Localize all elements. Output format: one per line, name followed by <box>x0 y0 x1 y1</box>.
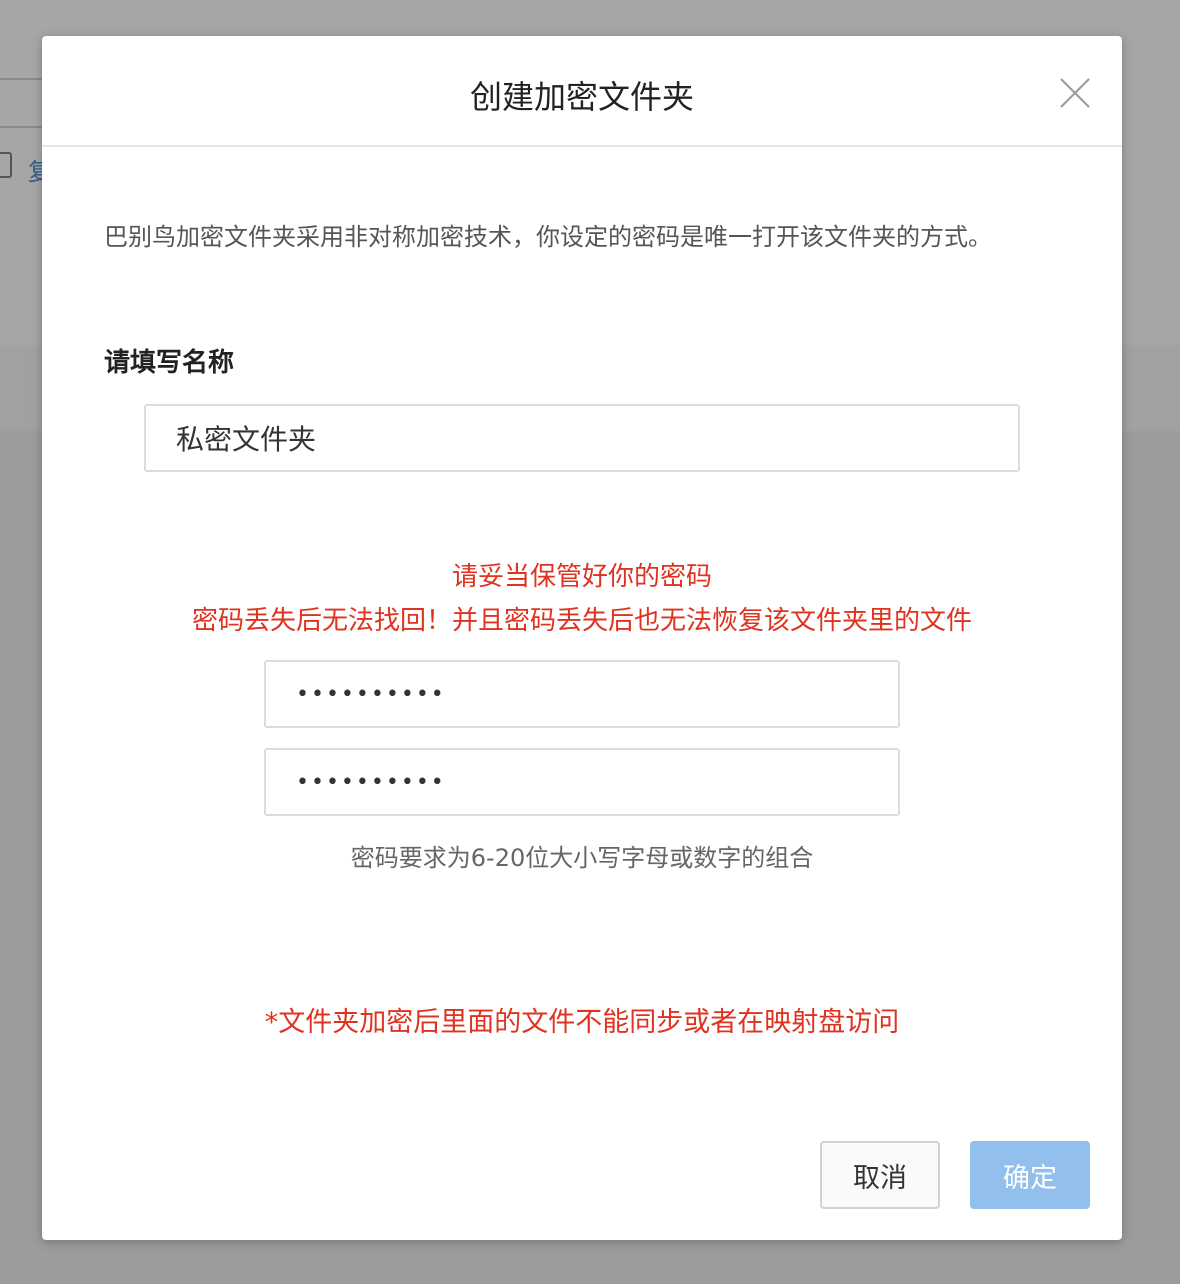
folder-name-input[interactable] <box>144 404 1020 472</box>
password-warning-detail: 密码丢失后无法找回！并且密码丢失后也无法恢复该文件夹里的文件 <box>191 606 972 636</box>
name-label: 请填写名称 <box>104 348 235 378</box>
confirm-password-input[interactable] <box>264 748 900 816</box>
create-encrypted-folder-dialog: 创建加密文件夹 巴别鸟加密文件夹采用非对称加密技术，你设定的密码是唯一打开该文件… <box>42 36 1122 1240</box>
confirm-button[interactable]: 确定 <box>970 1141 1090 1209</box>
dialog-description: 巴别鸟加密文件夹采用非对称加密技术，你设定的密码是唯一打开该文件夹的方式。 <box>104 223 992 251</box>
sync-notice: *文件夹加密后里面的文件不能同步或者在映射盘访问 <box>264 1007 900 1038</box>
copy-icon <box>0 152 12 178</box>
close-icon <box>1060 78 1090 108</box>
dialog-header: 创建加密文件夹 <box>42 36 1122 147</box>
password-hint: 密码要求为6-20位大小写字母或数字的组合 <box>350 844 814 872</box>
password-warning-title: 请妥当保管好你的密码 <box>451 562 712 592</box>
cancel-button[interactable]: 取消 <box>820 1141 940 1209</box>
password-input[interactable] <box>264 660 900 728</box>
close-button[interactable] <box>1058 76 1092 110</box>
dialog-title: 创建加密文件夹 <box>469 78 694 116</box>
